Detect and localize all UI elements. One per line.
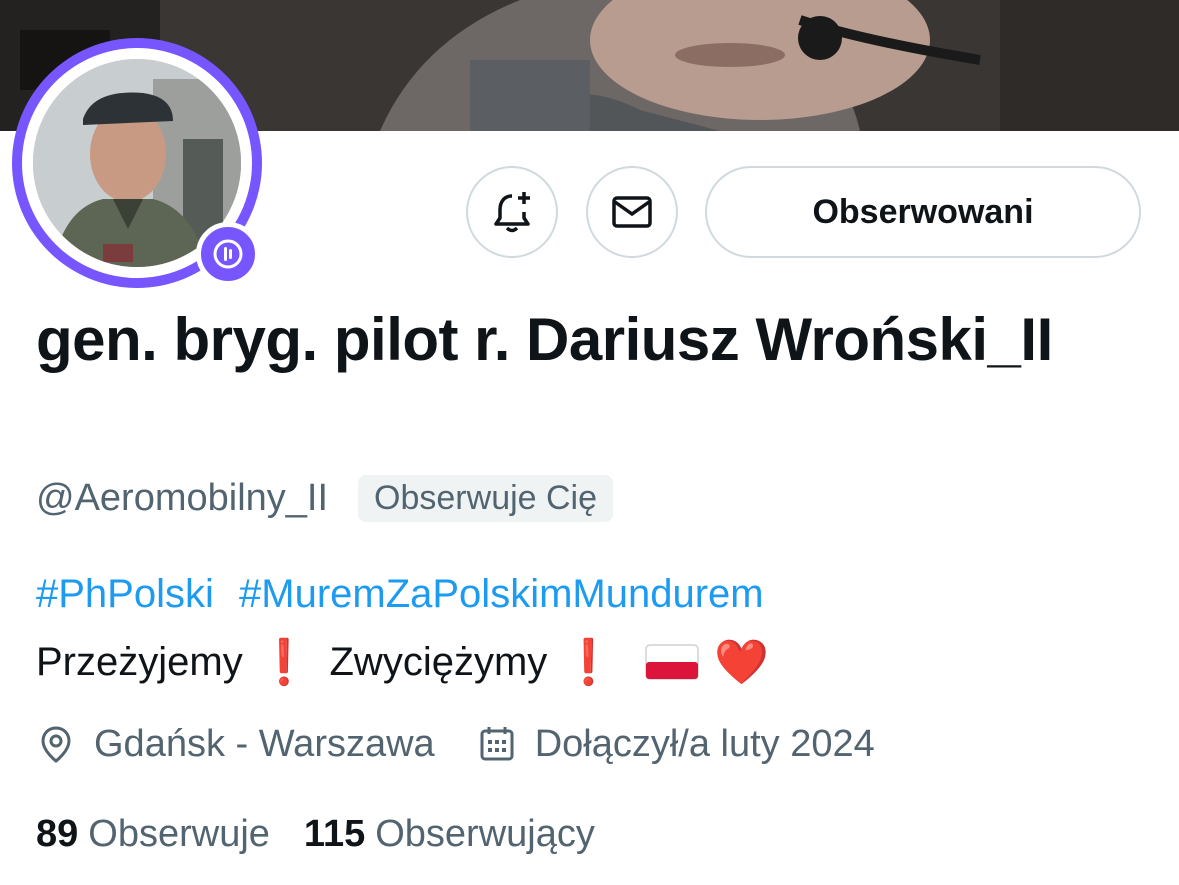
following-label: Obserwuje bbox=[88, 812, 270, 855]
notifications-button[interactable] bbox=[466, 166, 558, 258]
followers-count: 115 bbox=[303, 812, 366, 855]
joined-text: Dołączył/a luty 2024 bbox=[534, 722, 875, 765]
bell-plus-icon bbox=[494, 192, 530, 233]
poland-flag-icon bbox=[645, 644, 699, 680]
following-link[interactable]: 89 Obserwuje bbox=[36, 813, 270, 856]
following-count: 89 bbox=[36, 812, 79, 855]
handle-row: @Aeromobilny_II Obserwuje Cię bbox=[36, 470, 614, 526]
microphone-icon bbox=[213, 239, 243, 269]
hashtag-link[interactable]: #PhPolski bbox=[36, 572, 214, 616]
calendar-icon bbox=[480, 727, 514, 761]
bio-hashtags: #PhPolski #MuremZaPolskimMundurem bbox=[36, 572, 764, 617]
bio-text: Przeżyjemy ❗ Zwyciężymy ❗ ❤️ bbox=[36, 636, 769, 688]
bio-word: Przeżyjemy bbox=[36, 639, 243, 684]
heart-emoji: ❤️ bbox=[714, 638, 769, 687]
following-button[interactable]: Obserwowani bbox=[705, 166, 1141, 258]
followers-label: Obserwujący bbox=[375, 812, 595, 855]
location-item: Gdańsk - Warszawa bbox=[36, 723, 435, 766]
exclamation-emoji: ❗ bbox=[256, 638, 312, 687]
exclamation-emoji: ❗ bbox=[561, 638, 617, 687]
follow-stats: 89 Obserwuje 115 Obserwujący bbox=[36, 806, 595, 862]
mail-icon bbox=[612, 196, 652, 228]
joined-item: Dołączył/a luty 2024 bbox=[477, 723, 875, 766]
follows-you-badge: Obserwuje Cię bbox=[358, 474, 614, 522]
followers-link[interactable]: 115 Obserwujący bbox=[304, 813, 595, 856]
message-button[interactable] bbox=[586, 166, 678, 258]
display-name: gen. bryg. pilot r. Dariusz Wroński_II bbox=[36, 306, 1053, 373]
bio-word: Zwyciężymy bbox=[329, 639, 548, 684]
location-text: Gdańsk - Warszawa bbox=[94, 722, 435, 765]
hashtag-link[interactable]: #MuremZaPolskimMundurem bbox=[239, 572, 764, 616]
user-handle: @Aeromobilny_II bbox=[36, 476, 329, 519]
spaces-badge[interactable] bbox=[196, 222, 260, 286]
profile-meta: Gdańsk - Warszawa Dołączył/a luty 2024 bbox=[36, 716, 875, 772]
location-pin-icon bbox=[41, 726, 71, 763]
